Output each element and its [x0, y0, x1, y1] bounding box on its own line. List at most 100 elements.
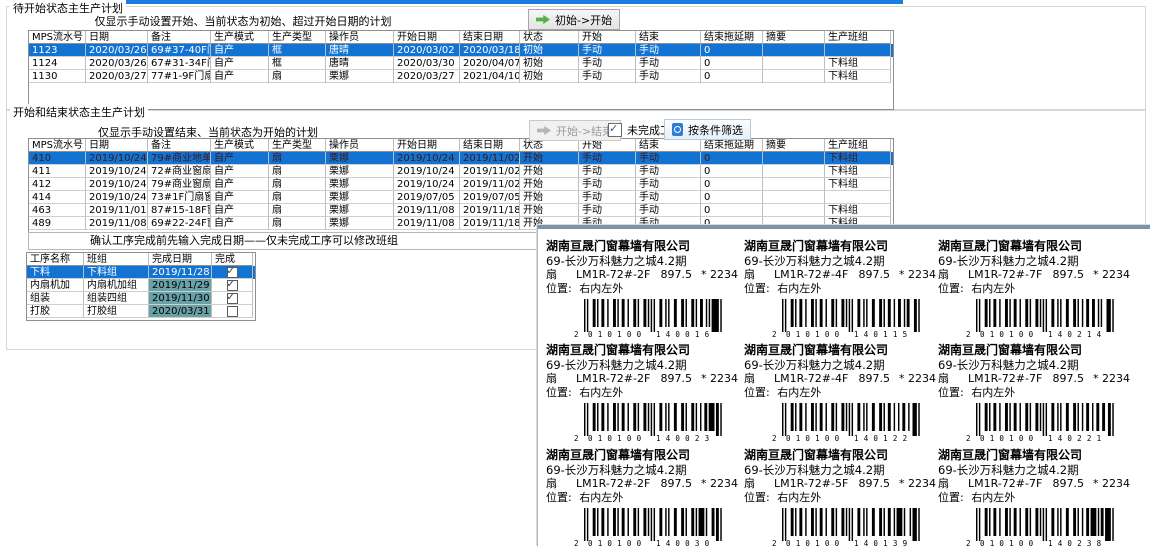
table-cell: 73#1F门扇窗扇 [148, 191, 211, 204]
column-header[interactable]: 完成日期 [149, 253, 212, 266]
print-label: 湖南亘晟门窗幕墙有限公司 69-长沙万科魅力之城4.2期 扇 LM1R-72#-… [546, 239, 744, 339]
column-header[interactable]: 生产模式 [211, 139, 269, 152]
label-model: LM1R-72#-7F [968, 268, 1053, 282]
table-row[interactable]: 11242020/03/2667#31-34F门框自产框唐晴2020/03/30… [29, 57, 893, 70]
svg-text:2: 2 [574, 539, 579, 546]
column-header[interactable]: 生产类型 [269, 139, 326, 152]
column-header[interactable]: 班组 [84, 253, 149, 266]
active-plans-table[interactable]: MPS流水号日期备注生产模式生产类型操作员开始日期结束日期状态开始结束结束拖延期… [28, 138, 894, 233]
table-cell: 0 [701, 178, 763, 191]
table-cell: 栗娜 [326, 152, 394, 165]
pending-plans-table[interactable]: MPS流水号日期备注生产模式生产类型操作员开始日期结束日期状态开始结束结束拖延期… [28, 30, 894, 110]
label-location-line: 位置: 右内左外 [546, 491, 744, 505]
table-cell [763, 57, 825, 70]
label-spec-line: 扇 LM1R-72#-2F 897.5 * 2234 [546, 372, 738, 386]
table-cell: 1124 [29, 57, 86, 70]
column-header[interactable]: 开始 [579, 31, 636, 44]
label-company: 湖南亘晟门窗幕墙有限公司 [938, 239, 1136, 254]
table-row[interactable]: 4122019/10/2479#商业窗扇自产扇栗娜2019/10/242019/… [29, 178, 893, 191]
table-cell: 2020/03/02 [394, 44, 460, 57]
table-cell: 内扇机加 [27, 279, 84, 292]
table-cell: 唐晴 [326, 57, 394, 70]
label-project: 69-长沙万科魅力之城4.2期 [744, 358, 942, 372]
label-location-line: 位置: 右内左外 [546, 282, 744, 296]
table-cell: 411 [29, 165, 86, 178]
label-height: * 2234 [899, 372, 936, 386]
column-header[interactable]: MPS流水号 [29, 31, 86, 44]
column-header[interactable]: 结束日期 [460, 31, 520, 44]
row-checkbox[interactable] [227, 306, 238, 317]
table-cell: 2020/04/07 [460, 57, 520, 70]
table-row[interactable]: 下料下料组2019/11/28 [27, 266, 255, 279]
label-product-type: 扇 [744, 477, 774, 491]
label-location-key: 位置: [938, 282, 964, 295]
column-header[interactable]: 生产班组 [825, 139, 891, 152]
table-cell: 自产 [211, 191, 269, 204]
table-cell: 2020/03/18 [460, 44, 520, 57]
label-width: 897.5 [661, 477, 693, 491]
process-completion-table[interactable]: 工序名称班组完成日期完成下料下料组2019/11/28内扇机加内扇机加组2019… [26, 252, 256, 321]
column-header[interactable]: 结束 [636, 139, 701, 152]
table-cell: 2019/10/24 [394, 165, 460, 178]
label-width: 897.5 [1053, 477, 1085, 491]
table-cell: 下料组 [84, 266, 149, 279]
table-row[interactable]: 4632019/11/0187#15-18F窗扇自产扇栗娜2019/11/082… [29, 204, 893, 217]
table-cell: 打胶 [27, 305, 84, 318]
column-header[interactable]: 备注 [148, 139, 211, 152]
table-row[interactable]: 组装组装四组2019/11/30 [27, 292, 255, 305]
column-header[interactable]: 结束 [636, 31, 701, 44]
row-checkbox[interactable] [227, 280, 238, 291]
table-cell: 2020/03/27 [394, 70, 460, 83]
table-row[interactable]: 打胶打胶组2020/03/31 [27, 305, 255, 318]
table-row[interactable]: 内扇机加内扇机加组2019/11/29 [27, 279, 255, 292]
label-company: 湖南亘晟门窗幕墙有限公司 [546, 343, 744, 358]
column-header[interactable]: 备注 [148, 31, 211, 44]
column-header[interactable]: 结束日期 [460, 139, 520, 152]
table-cell [212, 266, 253, 279]
table-cell: 2020/03/26 [86, 57, 148, 70]
table-header-row: MPS流水号日期备注生产模式生产类型操作员开始日期结束日期状态开始结束结束拖延期… [29, 31, 893, 44]
label-project: 69-长沙万科魅力之城4.2期 [546, 358, 744, 372]
table-cell: 栗娜 [326, 178, 394, 191]
label-model: LM1R-72#-7F [968, 477, 1053, 491]
label-product-type: 扇 [744, 268, 774, 282]
table-cell: 69#22-24F窗扇 [148, 217, 211, 230]
column-header[interactable]: 结束拖延期 [701, 31, 763, 44]
label-company: 湖南亘晟门窗幕墙有限公司 [546, 448, 744, 463]
label-location-value: 右内左外 [576, 282, 624, 295]
table-cell: 组装四组 [84, 292, 149, 305]
column-header[interactable]: 生产班组 [825, 31, 891, 44]
label-location-key: 位置: [546, 386, 572, 399]
column-header[interactable]: MPS流水号 [29, 139, 86, 152]
label-model: LM1R-72#-2F [576, 268, 661, 282]
table-row[interactable]: 11232020/03/2669#37-40F门框自产框唐晴2020/03/02… [29, 44, 893, 57]
filter-by-condition-button[interactable]: 按条件筛选 [664, 119, 751, 140]
row-checkbox[interactable] [227, 293, 238, 304]
column-header[interactable]: 状态 [520, 31, 579, 44]
column-header[interactable]: 开始日期 [394, 31, 460, 44]
table-row[interactable]: 4102019/10/2479#商业地单…自产扇栗娜2019/10/242019… [29, 152, 893, 165]
column-header[interactable]: 摘要 [763, 139, 825, 152]
column-header[interactable]: 结束拖延期 [701, 139, 763, 152]
column-header[interactable]: 日期 [86, 139, 148, 152]
label-location-value: 右内左外 [774, 491, 822, 504]
row-checkbox[interactable] [227, 267, 238, 278]
table-cell: 初始 [520, 70, 579, 83]
column-header[interactable]: 操作员 [326, 139, 394, 152]
table-row[interactable]: 4112019/10/2472#商业窗扇自产扇栗娜2019/10/242019/… [29, 165, 893, 178]
section-title-active: 开始和结束状态主生产计划 [10, 104, 148, 120]
column-header[interactable]: 操作员 [326, 31, 394, 44]
column-header[interactable]: 生产模式 [211, 31, 269, 44]
column-header[interactable]: 摘要 [763, 31, 825, 44]
column-header[interactable]: 工序名称 [27, 253, 84, 266]
table-row[interactable]: 4142019/10/2473#1F门扇窗扇自产扇栗娜2019/07/05201… [29, 191, 893, 204]
init-to-start-button[interactable]: 初始->开始 [528, 9, 620, 30]
column-header[interactable]: 生产类型 [269, 31, 326, 44]
column-header[interactable]: 开始日期 [394, 139, 460, 152]
table-row[interactable]: 11302020/03/2777#1-9F门扇自产扇栗娜2020/03/2720… [29, 70, 893, 83]
column-header[interactable]: 日期 [86, 31, 148, 44]
column-header[interactable]: 完成 [212, 253, 253, 266]
checkbox-icon[interactable] [608, 123, 622, 137]
label-location-line: 位置: 右内左外 [938, 491, 1136, 505]
label-location-value: 右内左外 [576, 491, 624, 504]
